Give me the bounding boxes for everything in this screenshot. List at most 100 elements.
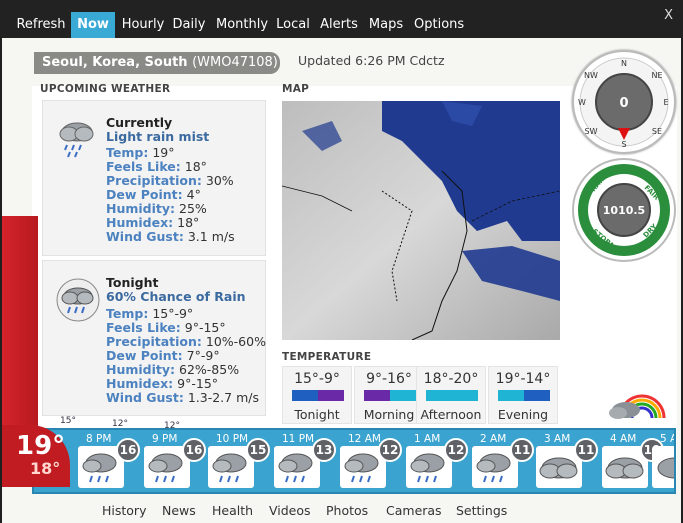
nav-photos[interactable]: Photos [326, 503, 368, 518]
tonight-condition: 60% Chance of Rain [106, 289, 246, 304]
row-label: Dew Point: [106, 187, 183, 202]
row-value: 10%-60% [205, 334, 266, 349]
hourly-item[interactable]: 12 AM 12 [334, 430, 402, 492]
hour-time: 2 AM [480, 433, 507, 445]
row-value: 3.1 m/s [187, 229, 235, 244]
period-label: Morning [363, 407, 415, 422]
current-row: Wind Gust: 3.1 m/s [106, 229, 235, 244]
nav-news[interactable]: News [162, 503, 196, 518]
row-value: 7°-9° [186, 348, 220, 363]
compass-e: E [663, 98, 668, 107]
tonight-row: Humidex: 9°-15° [106, 376, 218, 391]
nav-settings[interactable]: Settings [456, 503, 507, 518]
hour-temp-badge: 16 [116, 438, 140, 462]
temperature-title: TEMPERATURE [282, 351, 372, 363]
feels-like-temp: 18° [30, 459, 61, 478]
compass-ne: NE [651, 71, 662, 80]
tab-alerts[interactable]: Alerts [320, 12, 358, 38]
temp-bar [498, 390, 550, 401]
period-label: Afternoon [420, 407, 482, 422]
hour-time: 4 AM [610, 433, 637, 445]
wind-speed-value: 0 [619, 96, 628, 111]
rain-cloud-icon [56, 278, 100, 322]
nav-cameras[interactable]: Cameras [386, 503, 442, 518]
compass-n: N [621, 59, 627, 68]
tab-hourly[interactable]: Hourly [121, 12, 165, 38]
compass-se: SE [652, 127, 662, 136]
updated-time: Updated 6:26 PM Cdctz [298, 53, 445, 68]
tab-daily[interactable]: Daily [172, 12, 206, 38]
rain-cloud-icon [59, 122, 94, 158]
current-condition: Light rain mist [106, 129, 210, 144]
upcoming-weather-title: UPCOMING WEATHER [40, 83, 171, 95]
pressure-value: 1010.5 [603, 204, 645, 217]
hour-time: 1 AM [414, 433, 441, 445]
row-value: 15°-9° [152, 306, 194, 321]
hour-time: 5 A [660, 433, 674, 445]
current-row: Dew Point: 4° [106, 187, 201, 202]
row-value: 9°-15° [184, 320, 226, 335]
hourly-item[interactable]: 10 PM 15 [202, 430, 270, 492]
pressure-gauge: RAIN FAIR STORM DRY 1010.5 [572, 158, 676, 262]
hour-time: 9 PM [152, 433, 178, 445]
nav-health[interactable]: Health [212, 503, 253, 518]
period-label: Evening [497, 407, 549, 422]
pressure-dial: RAIN FAIR STORM DRY 1010.5 [578, 164, 670, 256]
hourly-item[interactable]: 11 PM 13 [268, 430, 336, 492]
location-code: (WMO47108) [192, 55, 278, 70]
row-value: 25% [179, 201, 207, 216]
row-label: Temp: [106, 145, 149, 160]
tab-now[interactable]: Now [71, 12, 115, 38]
row-label: Wind Gust: [106, 229, 184, 244]
hour-temp-badge: 12 [444, 438, 468, 462]
hourly-item[interactable]: 3 AM 11 [530, 430, 598, 492]
current-row: Humidex: 18° [106, 215, 199, 230]
tab-options[interactable]: Options [414, 12, 464, 38]
row-value: 19° [152, 145, 175, 160]
tab-monthly[interactable]: Monthly [216, 12, 268, 38]
current-title: Currently [106, 115, 173, 130]
hourly-item[interactable]: 8 PM 16 [72, 430, 140, 492]
top-nav: Refresh Now Hourly Daily Monthly Local A… [0, 0, 683, 38]
compass-dial: N NE E SE S SW W NW 0 [578, 57, 669, 149]
compass-s: S [621, 140, 626, 149]
hourly-item[interactable]: 1 AM 12 [400, 430, 468, 492]
radar-map-image [282, 101, 560, 340]
temp-range: 18°-20° [423, 371, 479, 387]
tonight-row: Wind Gust: 1.3-2.7 m/s [106, 390, 259, 405]
row-label: Dew Point: [106, 348, 183, 363]
hourly-item[interactable]: 9 PM 16 [138, 430, 206, 492]
tonight-row: Humidity: 62%-85% [106, 362, 239, 377]
row-value: 9°-15° [177, 376, 219, 391]
temp-range: 15°-9° [294, 371, 340, 387]
nav-videos[interactable]: Videos [269, 503, 311, 518]
map-title: MAP [282, 83, 310, 95]
current-row: Precipitation: 30% [106, 173, 234, 188]
graph-label: 15° [60, 416, 76, 426]
hourly-item[interactable]: 5 A [646, 430, 674, 492]
tonight-row: Precipitation: 10%-60% [106, 334, 266, 349]
hourly-item[interactable]: 2 AM 11 [466, 430, 534, 492]
tonight-title: Tonight [106, 275, 159, 290]
tonight-row: Dew Point: 7°-9° [106, 348, 220, 363]
current-row: Humidity: 25% [106, 201, 207, 216]
radar-map[interactable] [282, 101, 560, 340]
hour-temp-badge: 15 [246, 438, 270, 462]
row-label: Humidex: [106, 376, 174, 391]
tab-maps[interactable]: Maps [368, 12, 404, 38]
row-label: Feels Like: [106, 320, 181, 335]
row-label: Precipitation: [106, 334, 202, 349]
hour-temp-badge: 11 [574, 438, 598, 462]
tab-local[interactable]: Local [276, 12, 310, 38]
row-value: 4° [186, 187, 201, 202]
current-row: Feels Like: 18° [106, 159, 207, 174]
compass-nw: NW [584, 71, 598, 80]
wind-compass: N NE E SE S SW W NW 0 [572, 50, 676, 154]
tab-refresh[interactable]: Refresh [14, 12, 68, 38]
nav-history[interactable]: History [102, 503, 146, 518]
close-button[interactable]: X [664, 8, 673, 23]
tonight-row: Temp: 15°-9° [106, 306, 193, 321]
location-name: Seoul, Korea, South [42, 55, 188, 70]
temp-range: 9°-16° [366, 371, 412, 387]
temp-period-afternoon: 18°-20° Afternoon [416, 366, 486, 424]
